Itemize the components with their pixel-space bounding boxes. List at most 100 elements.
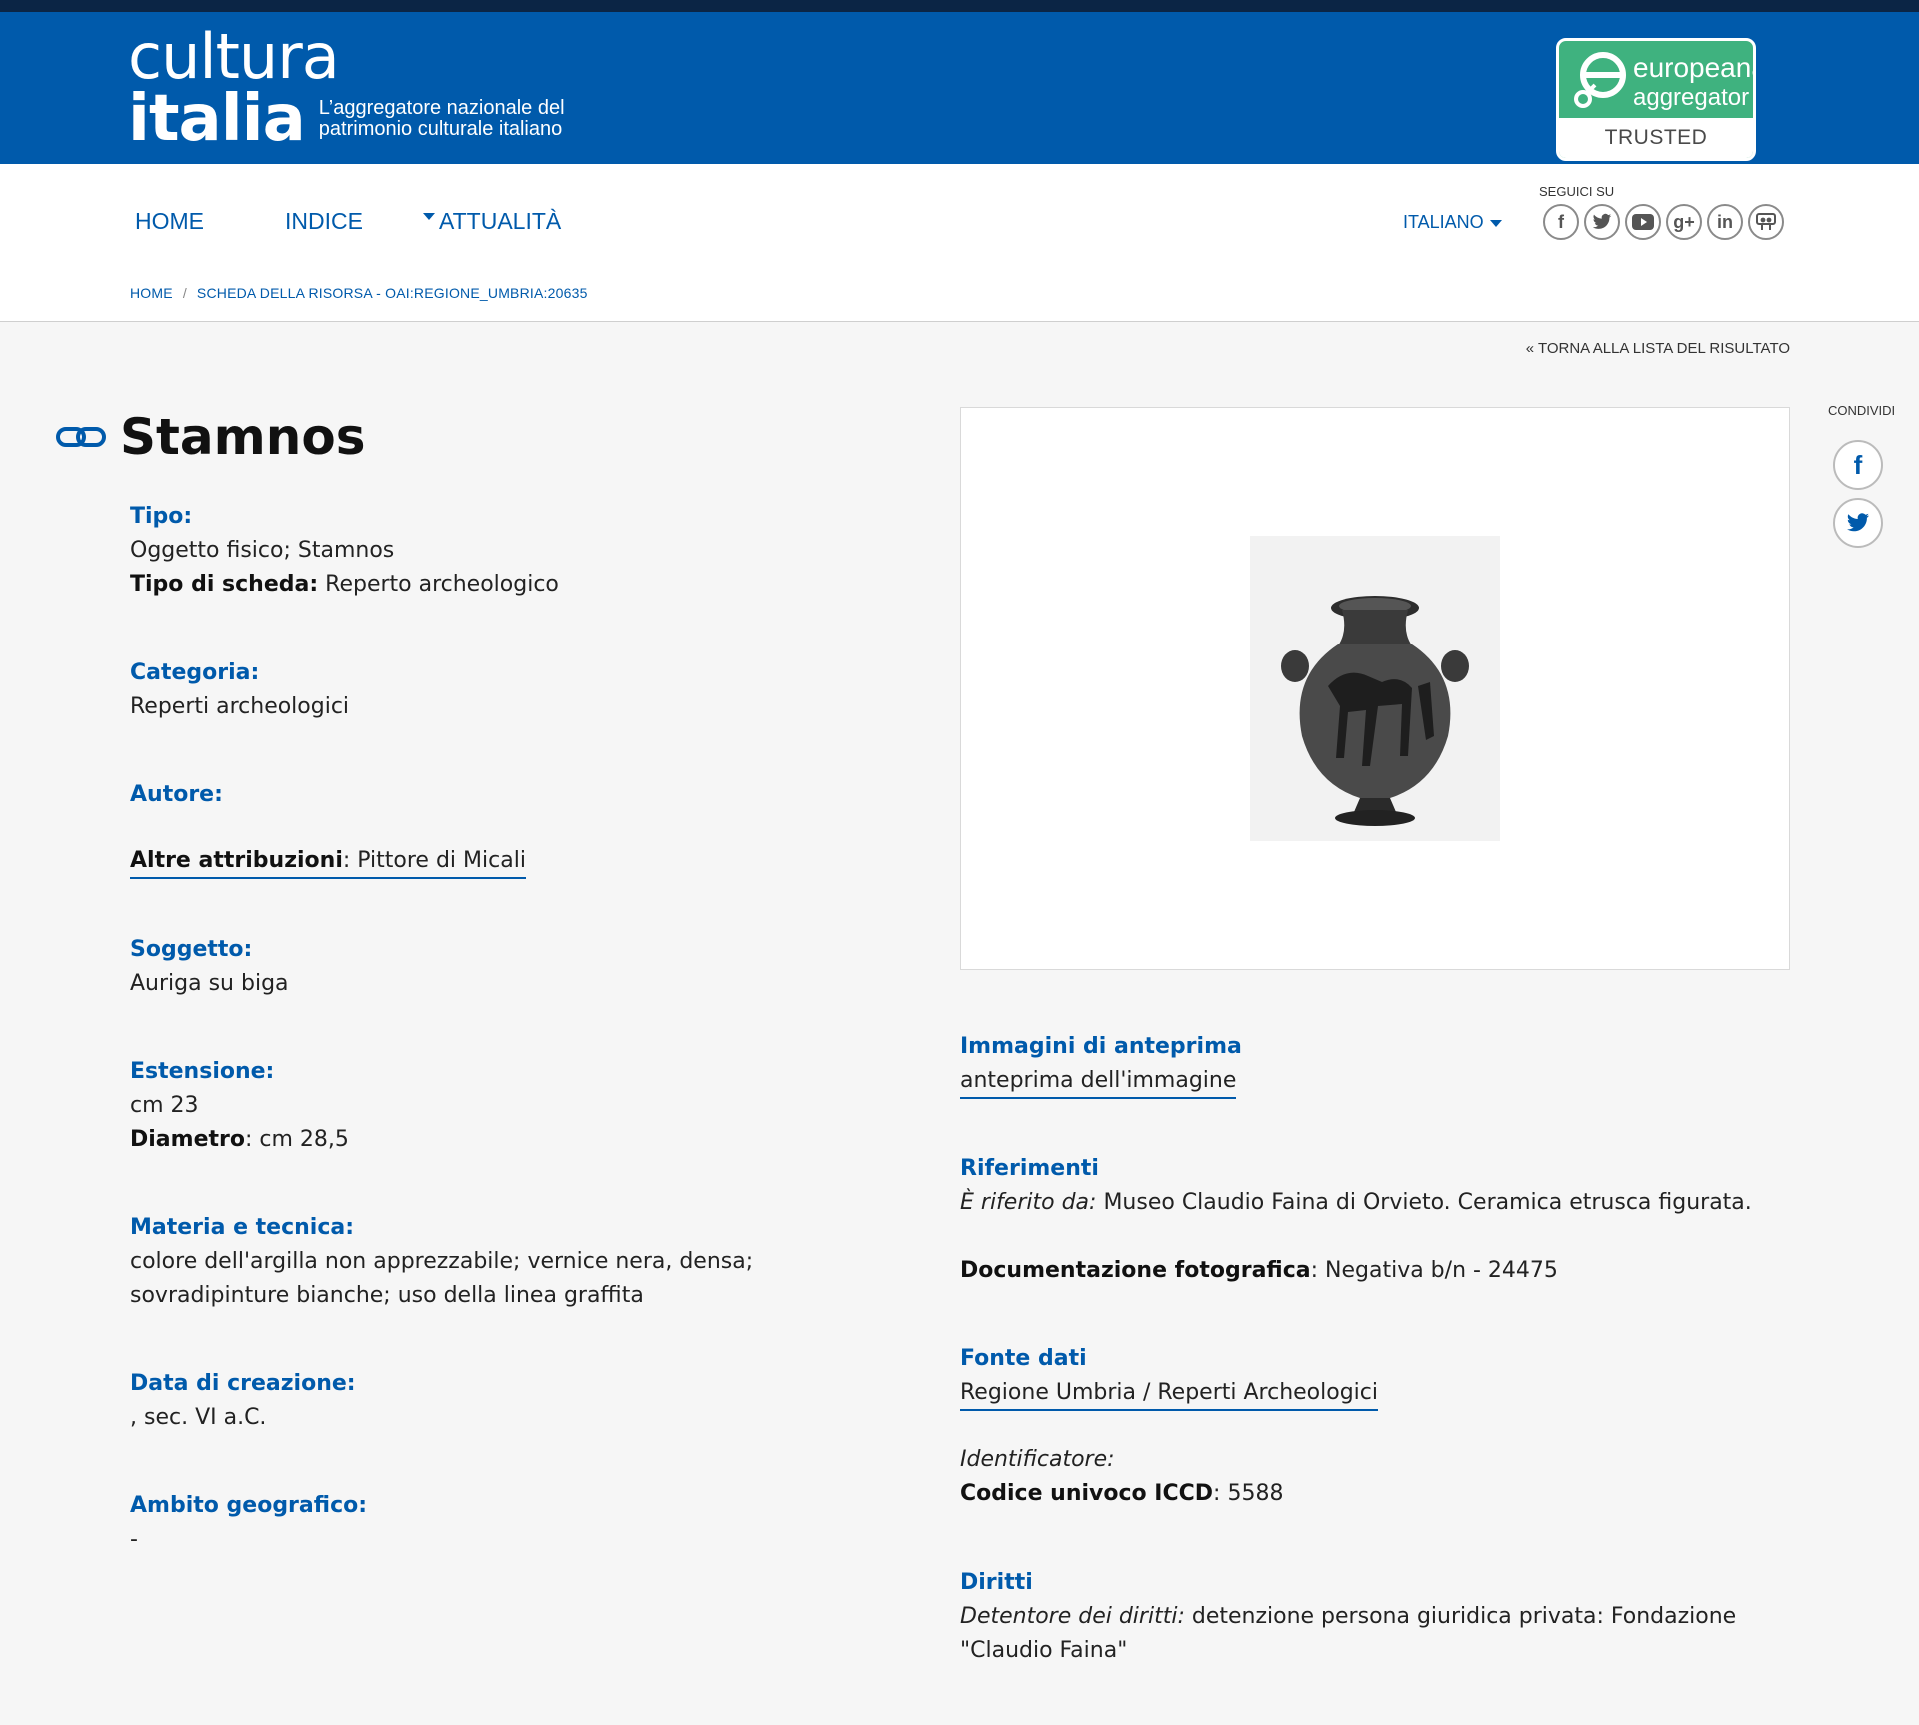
metadata-right-column: Immagini di anteprima anteprima dell'imm… (960, 1030, 1790, 1668)
field-value: Altre attribuzioni: Pittore di Micali (130, 844, 910, 879)
field-estensione: Estensione: cm 23 Diametro: cm 28,5 (130, 1055, 910, 1211)
field-subvalue: Documentazione fotografica: Negativa b/n… (960, 1258, 1558, 1283)
logo-tagline: L’aggregatore nazionale del patrimonio cu… (319, 98, 565, 140)
field-subvalue: Diametro: cm 28,5 (130, 1127, 349, 1152)
field-sublabel: Documentazione fotografica (960, 1258, 1311, 1283)
field-label: Immagini di anteprima (960, 1034, 1242, 1059)
field-fonte-dati: Fonte dati Regione Umbria / Reperti Arch… (960, 1342, 1790, 1566)
language-label: ITALIANO (1403, 212, 1484, 232)
logo-line-1: cultura (128, 20, 340, 93)
caret-down-icon (423, 213, 435, 221)
slideshare-icon[interactable] (1748, 204, 1784, 240)
facebook-icon[interactable]: f (1543, 204, 1579, 240)
field-subvalue-text: Negativa b/n - 24475 (1325, 1258, 1558, 1283)
altre-attribuzioni-link[interactable]: Altre attribuzioni: Pittore di Micali (130, 846, 526, 879)
field-sublabel: Codice univoco ICCD (960, 1481, 1214, 1506)
field-materia-tecnica: Materia e tecnica: colore dell'argilla n… (130, 1211, 910, 1367)
follow-label: SEGUICI SU (1539, 184, 1615, 199)
twitter-bird-icon (1592, 213, 1612, 229)
object-photo[interactable] (1250, 536, 1500, 841)
image-viewer[interactable] (960, 407, 1790, 970)
nav-indice[interactable]: INDICE (285, 208, 363, 235)
youtube-icon[interactable] (1625, 204, 1661, 240)
field-label: Diritti (960, 1570, 1033, 1595)
page-title: Stamnos (120, 408, 366, 466)
field-subvalue-text: 5588 (1227, 1481, 1284, 1506)
field-sublabel: Tipo di scheda: (130, 572, 319, 597)
breadcrumb-home[interactable]: HOME (130, 285, 173, 301)
preview-image-link[interactable]: anteprima dell'immagine (960, 1066, 1237, 1099)
field-subvalue: Tipo di scheda: Reperto archeologico (130, 568, 910, 602)
field-sublabel: È riferito da: (960, 1190, 1097, 1215)
field-ambito-geografico: Ambito geografico: - (130, 1489, 910, 1557)
field-data-creazione: Data di creazione: , sec. VI a.C. (130, 1367, 910, 1489)
field-value: cm 23 (130, 1093, 199, 1118)
breadcrumb-current[interactable]: SCHEDA DELLA RISORSA - OAI:REGIONE_UMBRI… (197, 285, 588, 301)
breadcrumb-separator: / (182, 285, 187, 301)
stamnos-vase-image (1250, 536, 1500, 841)
field-value: colore dell'argilla non apprezzabile; ve… (130, 1249, 754, 1308)
field-subvalue-text: Reperto archeologico (325, 572, 559, 597)
linkedin-icon[interactable]: in (1707, 204, 1743, 240)
field-riferimenti: Riferimenti È riferito da: Museo Claudio… (960, 1152, 1790, 1342)
field-immagini-anteprima: Immagini di anteprima anteprima dell'imm… (960, 1030, 1790, 1152)
culturaitalia-logo[interactable]: cultura italia L’aggregatore nazionale de… (128, 20, 565, 156)
nav-attualita-label: ATTUALITÀ (439, 208, 562, 234)
field-subvalue-text: cm 28,5 (259, 1127, 349, 1152)
metadata-left-column: Tipo: Oggetto fisico; Stamnos Tipo di sc… (130, 500, 910, 1557)
field-soggetto: Soggetto: Auriga su biga (130, 933, 910, 1055)
field-subvalue-text: Pittore di Micali (357, 848, 526, 873)
share-label: CONDIVIDI (1828, 403, 1896, 418)
google-plus-icon[interactable]: g+ (1666, 204, 1702, 240)
link-icon[interactable] (56, 424, 106, 450)
field-sublabel: Detentore dei diritti: (960, 1604, 1185, 1629)
logo-line-2: italia (128, 82, 306, 156)
field-value: È riferito da: Museo Claudio Faina di Or… (960, 1186, 1790, 1220)
field-value: - (130, 1527, 138, 1552)
field-label: Tipo: (130, 504, 193, 529)
field-label: Fonte dati (960, 1346, 1087, 1371)
language-selector[interactable]: ITALIANO (1403, 212, 1502, 233)
logo-tagline-2: patrimonio culturale italiano (318, 118, 563, 140)
field-label: Estensione: (130, 1059, 275, 1084)
field-autore: Autore: Altre attribuzioni: Pittore di M… (130, 778, 910, 933)
breadcrumb: HOME / SCHEDA DELLA RISORSA - OAI:REGIONE_… (130, 285, 588, 301)
caret-down-icon (1489, 219, 1502, 227)
field-label: Soggetto: (130, 937, 253, 962)
field-label: Materia e tecnica: (130, 1215, 355, 1240)
field-value: Auriga su biga (130, 971, 289, 996)
field-sublabel: Identificatore: (960, 1447, 1115, 1472)
europeana-subtitle: aggregator (1633, 84, 1750, 111)
youtube-play-icon (1632, 214, 1654, 230)
field-label: Ambito geografico: (130, 1493, 368, 1518)
field-identificatore: Identificatore: (960, 1443, 1790, 1477)
slideshare-glyph-icon (1756, 213, 1776, 230)
field-value: Oggetto fisico; Stamnos (130, 538, 395, 563)
field-label: Categoria: (130, 660, 260, 685)
title-row: Stamnos (56, 408, 365, 466)
back-to-results-link[interactable]: « TORNA ALLA LISTA DEL RISULTATO (1526, 340, 1790, 357)
logo-tagline-1: L’aggregatore nazionale del (318, 97, 565, 119)
field-label: Autore: (130, 782, 223, 807)
trusted-partner-label: TRUSTED PARTNER (1559, 118, 1753, 158)
field-value: anteprima dell'immagine (960, 1064, 1790, 1099)
nav-attualita[interactable]: ATTUALITÀ (423, 208, 561, 235)
europeana-badge[interactable]: europeana aggregator TRUSTED PARTNER (1556, 38, 1756, 161)
top-strip (0, 0, 1919, 12)
field-subvalue-text: Museo Claudio Faina di Orvieto. Ceramica… (1103, 1190, 1752, 1215)
field-categoria: Categoria: Reperti archeologici (130, 656, 910, 778)
field-label: Riferimenti (960, 1156, 1099, 1181)
field-subvalue: Codice univoco ICCD: 5588 (960, 1481, 1284, 1506)
share-twitter-button[interactable] (1833, 498, 1883, 548)
twitter-icon[interactable] (1584, 204, 1620, 240)
share-facebook-button[interactable]: f (1833, 440, 1883, 490)
field-label: Data di creazione: (130, 1371, 356, 1396)
nav-home[interactable]: HOME (135, 208, 204, 235)
field-diritti: Diritti Detentore dei diritti: detenzion… (960, 1566, 1790, 1668)
twitter-bird-icon (1847, 513, 1869, 532)
field-sublabel: Altre attribuzioni (130, 848, 343, 873)
field-value: Detentore dei diritti: detenzione person… (960, 1600, 1790, 1668)
field-tipo: Tipo: Oggetto fisico; Stamnos Tipo di sc… (130, 500, 910, 656)
field-value: Reperti archeologici (130, 694, 350, 719)
data-source-link[interactable]: Regione Umbria / Reperti Archeologici (960, 1378, 1378, 1411)
